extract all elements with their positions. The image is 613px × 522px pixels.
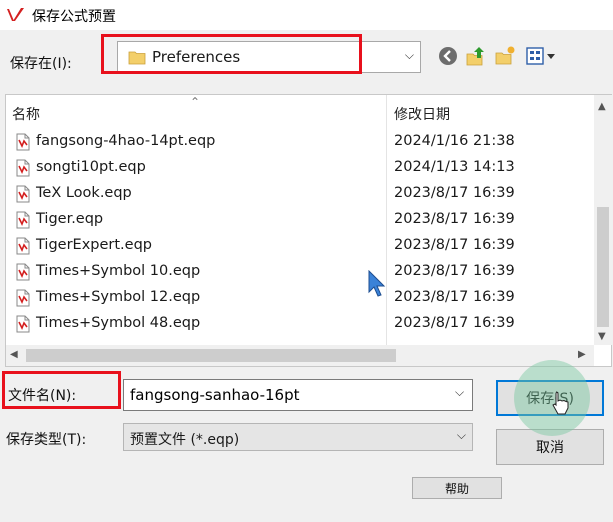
file-modified-date: 2023/8/17 16:39: [394, 315, 515, 331]
scroll-up-icon[interactable]: ▲: [598, 101, 606, 112]
file-row[interactable]: Times+Symbol 48.eqp 2023/8/17 16:39: [6, 311, 596, 337]
up-folder-button[interactable]: [464, 44, 488, 68]
eqp-file-icon: [16, 211, 30, 229]
mouse-cursor-icon: [368, 270, 386, 297]
eqp-file-icon: [16, 263, 30, 281]
eqp-file-icon: [16, 185, 30, 203]
eqp-file-icon: [16, 159, 30, 177]
back-button[interactable]: [436, 44, 460, 68]
file-row[interactable]: TigerExpert.eqp 2023/8/17 16:39: [6, 233, 596, 259]
filetype-label: 保存类型(T):: [6, 432, 87, 448]
view-menu-icon: [526, 47, 555, 65]
app-logo-icon: [7, 8, 24, 21]
vertical-scroll-thumb[interactable]: [597, 207, 609, 327]
file-modified-date: 2023/8/17 16:39: [394, 263, 515, 279]
file-name: Times+Symbol 48.eqp: [36, 315, 201, 331]
file-row[interactable]: Times+Symbol 12.eqp 2023/8/17 16:39: [6, 285, 596, 311]
save-in-folder-name: Preferences: [152, 48, 241, 66]
file-modified-date: 2024/1/16 21:38: [394, 133, 515, 149]
filetype-select[interactable]: 预置文件 (*.eqp) ⌵: [123, 423, 473, 451]
cancel-button[interactable]: 取消: [496, 429, 604, 465]
help-button[interactable]: 帮助: [412, 477, 502, 499]
save-in-combo[interactable]: Preferences ⌵: [117, 41, 421, 73]
scroll-down-icon[interactable]: ▼: [598, 331, 606, 342]
save-in-label: 保存在(I):: [10, 56, 72, 72]
file-row[interactable]: TeX Look.eqp 2023/8/17 16:39: [6, 181, 596, 207]
vertical-scrollbar[interactable]: ▲ ▼: [594, 95, 612, 345]
file-name: fangsong-4hao-14pt.eqp: [36, 133, 216, 149]
eqp-file-icon: [16, 237, 30, 255]
chevron-down-icon: ⌵: [404, 48, 414, 62]
sort-ascending-icon: ⌃: [190, 95, 201, 109]
file-name: songti10pt.eqp: [36, 159, 146, 175]
file-name: Times+Symbol 10.eqp: [36, 263, 201, 279]
filetype-value: 预置文件 (*.eqp): [130, 432, 240, 448]
folder-icon: [128, 51, 146, 65]
back-icon: [439, 47, 457, 65]
file-row[interactable]: Tiger.eqp 2023/8/17 16:39: [6, 207, 596, 233]
file-modified-date: 2024/1/13 14:13: [394, 159, 515, 175]
chevron-down-icon: ⌵: [456, 428, 466, 442]
filename-input[interactable]: [123, 379, 473, 411]
file-list[interactable]: 名称 ⌃ 修改日期 fangsong-4hao-14pt.eqp 2024/1/1…: [5, 94, 612, 367]
horizontal-scroll-thumb[interactable]: [26, 349, 396, 362]
new-folder-button[interactable]: [493, 44, 517, 68]
new-folder-icon: [495, 46, 515, 65]
pointer-cursor-icon: [552, 391, 569, 415]
scroll-left-icon[interactable]: ◀: [10, 349, 18, 360]
file-name: Tiger.eqp: [36, 211, 104, 227]
file-row[interactable]: Times+Symbol 10.eqp 2023/8/17 16:39: [6, 259, 596, 285]
eqp-file-icon: [16, 133, 30, 151]
up-folder-icon: [466, 47, 484, 66]
scroll-right-icon[interactable]: ▶: [578, 349, 586, 360]
file-modified-date: 2023/8/17 16:39: [394, 211, 515, 227]
file-row[interactable]: fangsong-4hao-14pt.eqp 2024/1/16 21:38: [6, 129, 596, 155]
title-bar: 保存公式预置: [0, 0, 613, 30]
view-menu-button[interactable]: [524, 44, 558, 68]
window-title: 保存公式预置: [32, 9, 116, 25]
file-name: Times+Symbol 12.eqp: [36, 289, 201, 305]
file-row[interactable]: songti10pt.eqp 2024/1/13 14:13: [6, 155, 596, 181]
file-name: TigerExpert.eqp: [36, 237, 152, 253]
column-header-modified[interactable]: 修改日期: [394, 95, 584, 127]
file-modified-date: 2023/8/17 16:39: [394, 289, 515, 305]
file-name: TeX Look.eqp: [36, 185, 132, 201]
eqp-file-icon: [16, 289, 30, 307]
file-modified-date: 2023/8/17 16:39: [394, 237, 515, 253]
file-modified-date: 2023/8/17 16:39: [394, 185, 515, 201]
filename-label: 文件名(N):: [8, 388, 77, 404]
horizontal-scrollbar[interactable]: ◀ ▶: [6, 345, 594, 366]
eqp-file-icon: [16, 315, 30, 333]
